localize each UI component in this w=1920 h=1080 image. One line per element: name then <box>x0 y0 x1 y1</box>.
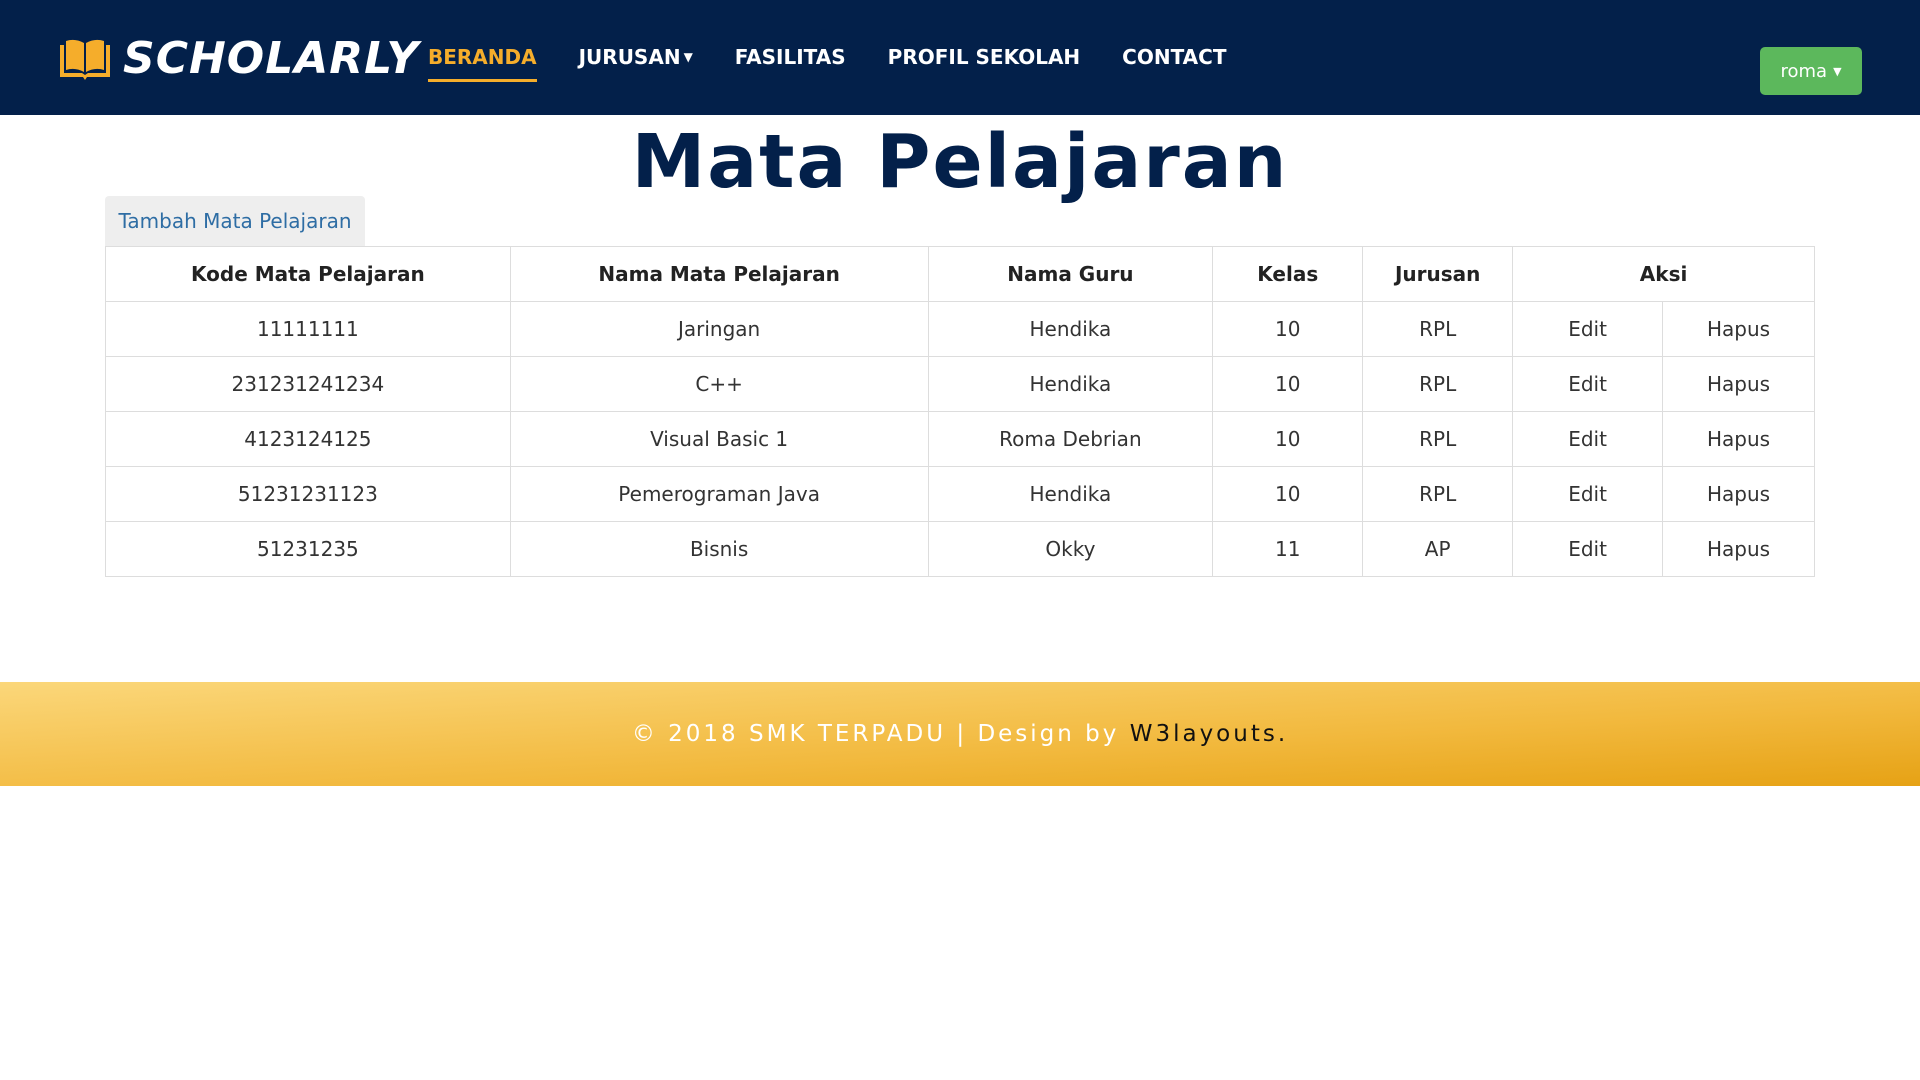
cell-nama: Jaringan <box>509 301 929 357</box>
edit-link[interactable]: Edit <box>1512 356 1664 412</box>
cell-kode: 11111111 <box>105 301 511 357</box>
delete-link[interactable]: Hapus <box>1662 411 1815 467</box>
cell-nama: Pemerograman Java <box>509 466 929 522</box>
cell-guru: Okky <box>927 521 1214 577</box>
copyright-text: © 2018 SMK TERPADU | Design by <box>631 721 1130 747</box>
caret-down-icon: ▼ <box>683 50 693 64</box>
delete-link[interactable]: Hapus <box>1662 301 1815 357</box>
caret-down-icon: ▼ <box>1833 64 1842 78</box>
cell-jurusan: AP <box>1362 521 1514 577</box>
nav-label: FASILITAS <box>734 45 846 69</box>
column-header: Jurusan <box>1362 246 1514 302</box>
user-menu-button[interactable]: roma ▼ <box>1760 47 1862 95</box>
cell-guru: Hendika <box>927 356 1214 412</box>
cell-guru: Hendika <box>927 466 1214 522</box>
table-row: 51231231123 Pemerograman Java Hendika 10… <box>105 466 1815 522</box>
nav-label: JURUSAN <box>578 45 681 69</box>
column-header: Kelas <box>1212 246 1364 302</box>
delete-link[interactable]: Hapus <box>1662 521 1815 577</box>
cell-kode: 231231241234 <box>105 356 511 412</box>
column-header: Aksi <box>1512 246 1815 302</box>
cell-nama: Bisnis <box>509 521 929 577</box>
cell-jurusan: RPL <box>1362 301 1514 357</box>
brand-name: SCHOLARLY <box>123 33 420 84</box>
nav-item-jurusan[interactable]: JURUSAN ▼ <box>579 40 693 74</box>
cell-kelas: 10 <box>1212 466 1364 522</box>
navbar: SCHOLARLY BERANDA JURUSAN ▼ FASILITAS PR… <box>0 0 1920 115</box>
edit-link[interactable]: Edit <box>1512 466 1664 522</box>
cell-jurusan: RPL <box>1362 466 1514 522</box>
page-title: Mata Pelajaran <box>631 119 1289 205</box>
nav-label: CONTACT <box>1122 45 1227 69</box>
user-name: roma <box>1780 60 1828 82</box>
cell-kode: 51231235 <box>105 521 511 577</box>
cell-guru: Roma Debrian <box>927 411 1214 467</box>
table-header-row: Kode Mata Pelajaran Nama Mata Pelajaran … <box>105 246 1815 302</box>
footer: © 2018 SMK TERPADU | Design by W3layouts… <box>0 682 1920 786</box>
delete-link[interactable]: Hapus <box>1662 356 1815 412</box>
main-nav: BERANDA JURUSAN ▼ FASILITAS PROFIL SEKOL… <box>428 40 1268 82</box>
cell-kode: 51231231123 <box>105 466 511 522</box>
table-row: 231231241234 C++ Hendika 10 RPL Edit Hap… <box>105 356 1815 412</box>
nav-item-profil-sekolah[interactable]: PROFIL SEKOLAH <box>888 40 1081 74</box>
column-header: Nama Mata Pelajaran <box>509 246 929 302</box>
cell-jurusan: RPL <box>1362 356 1514 412</box>
cell-kelas: 10 <box>1212 411 1364 467</box>
table-row: 11111111 Jaringan Hendika 10 RPL Edit Ha… <box>105 301 1815 357</box>
cell-nama: C++ <box>509 356 929 412</box>
nav-label: PROFIL SEKOLAH <box>887 45 1081 69</box>
nav-label: BERANDA <box>428 45 537 69</box>
cell-jurusan: RPL <box>1362 411 1514 467</box>
add-subject-button[interactable]: Tambah Mata Pelajaran <box>105 196 365 246</box>
column-header: Nama Guru <box>927 246 1214 302</box>
table-row: 4123124125 Visual Basic 1 Roma Debrian 1… <box>105 411 1815 467</box>
edit-link[interactable]: Edit <box>1512 301 1664 357</box>
nav-item-beranda[interactable]: BERANDA <box>428 40 537 82</box>
nav-item-fasilitas[interactable]: FASILITAS <box>735 40 846 74</box>
table-row: 51231235 Bisnis Okky 11 AP Edit Hapus <box>105 521 1815 577</box>
cell-kelas: 11 <box>1212 521 1364 577</box>
cell-kode: 4123124125 <box>105 411 511 467</box>
book-icon <box>60 39 110 80</box>
cell-guru: Hendika <box>927 301 1214 357</box>
cell-kelas: 10 <box>1212 356 1364 412</box>
footer-text: © 2018 SMK TERPADU | Design by W3layouts… <box>632 721 1288 747</box>
cell-kelas: 10 <box>1212 301 1364 357</box>
brand-logo[interactable]: SCHOLARLY <box>57 34 419 84</box>
delete-link[interactable]: Hapus <box>1662 466 1815 522</box>
cell-nama: Visual Basic 1 <box>509 411 929 467</box>
nav-item-contact[interactable]: CONTACT <box>1122 40 1226 74</box>
column-header: Kode Mata Pelajaran <box>105 246 511 302</box>
edit-link[interactable]: Edit <box>1512 411 1664 467</box>
footer-credit-link[interactable]: W3layouts. <box>1130 721 1288 747</box>
edit-link[interactable]: Edit <box>1512 521 1664 577</box>
subjects-table: Kode Mata Pelajaran Nama Mata Pelajaran … <box>105 246 1815 577</box>
